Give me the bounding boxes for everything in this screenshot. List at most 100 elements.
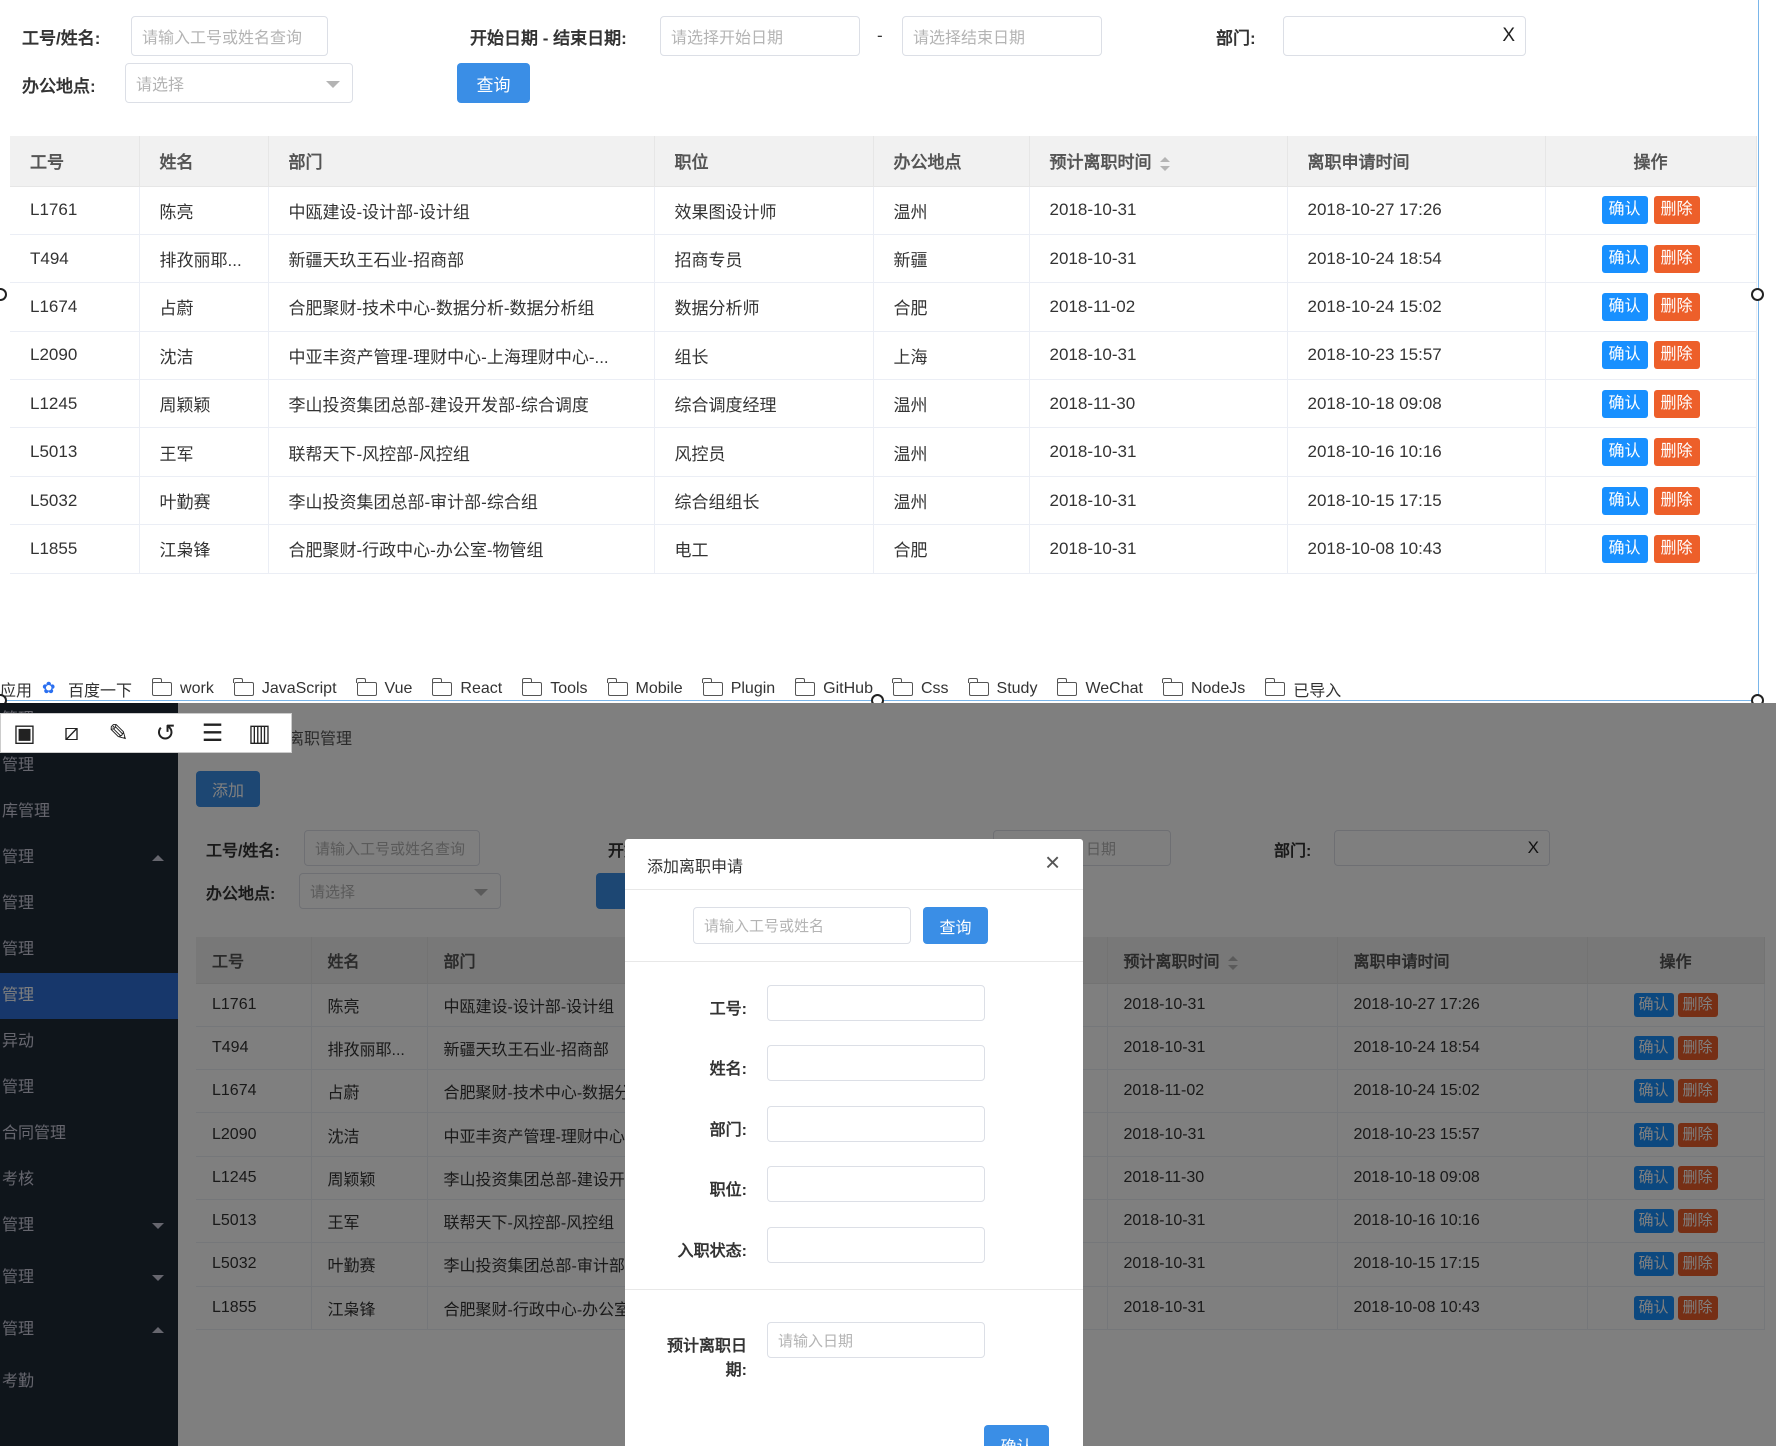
col-header-office: 办公地点 bbox=[873, 136, 1030, 187]
delete-button[interactable]: 删除 bbox=[1653, 486, 1700, 515]
col-header-dept: 部门 bbox=[268, 136, 655, 187]
bookmark-folder[interactable]: Tools bbox=[521, 677, 588, 701]
bookmark-folder[interactable]: Css bbox=[892, 677, 949, 701]
align-icon[interactable]: ☰ bbox=[197, 717, 228, 749]
bookmark-folder[interactable]: work bbox=[151, 677, 214, 701]
end-date-input[interactable]: 请选择结束日期 bbox=[902, 16, 1102, 56]
confirm-button[interactable]: 确认 bbox=[1601, 196, 1648, 225]
bookmark-folder[interactable]: JavaScript bbox=[233, 677, 337, 701]
close-icon[interactable]: × bbox=[1045, 847, 1060, 878]
office-label: 办公地点: bbox=[22, 77, 96, 96]
id-name-input[interactable]: 请输入工号或姓名查询 bbox=[131, 16, 328, 56]
table-row[interactable]: L1761 陈亮 中瓯建设-设计部-设计组 效果图设计师 温州 2018-10-31 201… bbox=[10, 186, 1757, 235]
bookmark-baidu[interactable]: ✿ 百度一下 bbox=[42, 677, 132, 701]
dept-input[interactable]: X bbox=[1283, 16, 1526, 56]
table-row[interactable]: L2090 沈洁 中亚丰资产管理-理财中心-上海理财中心-... 组长 上海 2018-1… bbox=[10, 331, 1757, 381]
bookmark-folder[interactable]: 已导入 bbox=[1264, 677, 1341, 701]
cell-applied: 2018-10-24 18:54 bbox=[1287, 234, 1546, 284]
table-row[interactable]: L1855 江枭锋 合肥聚财-行政中心-办公室-物管组 电工 合肥 2018-10-31 2… bbox=[10, 524, 1757, 574]
image-icon[interactable]: ▣ bbox=[9, 717, 40, 749]
col-header-id: 工号 bbox=[10, 136, 140, 187]
delete-button[interactable]: 删除 bbox=[1653, 534, 1700, 563]
query-button[interactable]: 查询 bbox=[457, 63, 530, 103]
bookmark-folder[interactable]: React bbox=[431, 677, 503, 701]
delete-button[interactable]: 删除 bbox=[1653, 292, 1700, 321]
cell-id: L5032 bbox=[10, 476, 140, 526]
clear-icon[interactable]: X bbox=[1502, 25, 1515, 47]
cell-name: 王军 bbox=[139, 427, 269, 477]
confirm-button[interactable]: 确认 bbox=[1601, 534, 1648, 563]
office-select[interactable]: 请选择 bbox=[125, 63, 353, 103]
cell-id: L1761 bbox=[10, 186, 140, 235]
bookmark-label: Study bbox=[996, 680, 1038, 697]
crop-icon[interactable]: ⧄ bbox=[56, 717, 87, 749]
name-field[interactable] bbox=[767, 1045, 985, 1081]
table-row[interactable]: L1245 周颖颖 李山投资集团总部-建设开发部-综合调度 综合调度经理 温州 2018-… bbox=[10, 379, 1757, 429]
bookmark-folder[interactable]: Study bbox=[968, 677, 1038, 701]
rotate-icon[interactable]: ↺ bbox=[150, 717, 181, 749]
expected-date-input[interactable]: 请输入日期 bbox=[767, 1322, 985, 1358]
folder-icon bbox=[892, 678, 913, 696]
bookmark-folder[interactable]: GitHub bbox=[794, 677, 873, 701]
pen-icon[interactable]: ✎ bbox=[103, 717, 134, 749]
dialog-title: 添加离职申请 bbox=[647, 859, 744, 876]
bookmark-label: React bbox=[460, 680, 503, 697]
confirm-button[interactable]: 确认 bbox=[1601, 389, 1648, 418]
date-separator: - bbox=[877, 26, 883, 45]
chevron-down-icon bbox=[326, 81, 340, 88]
delete-button[interactable]: 删除 bbox=[1653, 389, 1700, 418]
cell-dept: 李山投资集团总部-审计部-综合组 bbox=[268, 476, 655, 526]
start-date-input[interactable]: 请选择开始日期 bbox=[660, 16, 860, 56]
confirm-button[interactable]: 确认 bbox=[1601, 244, 1648, 273]
cell-office: 温州 bbox=[873, 379, 1030, 429]
bookmark-folder[interactable]: Plugin bbox=[702, 677, 775, 701]
bookmark-folder[interactable]: Vue bbox=[356, 677, 412, 701]
table-row[interactable]: L1674 占蔚 合肥聚财-技术中心-数据分析-数据分析组 数据分析师 合肥 2018-1… bbox=[10, 282, 1757, 332]
folder-icon bbox=[968, 678, 989, 696]
delete-button[interactable]: 删除 bbox=[1653, 196, 1700, 225]
bookmark-folder[interactable]: WeChat bbox=[1056, 677, 1143, 701]
dept-field[interactable] bbox=[767, 1106, 985, 1142]
cell-applied: 2018-10-24 15:02 bbox=[1287, 282, 1546, 332]
position-field[interactable] bbox=[767, 1166, 985, 1202]
delete-button[interactable]: 删除 bbox=[1653, 244, 1700, 273]
cell-office: 合肥 bbox=[873, 524, 1030, 574]
confirm-button[interactable]: 确认 bbox=[1601, 292, 1648, 321]
bookmark-label: Mobile bbox=[635, 680, 683, 697]
folder-icon bbox=[233, 678, 254, 696]
cell-office: 温州 bbox=[873, 186, 1030, 235]
bookmark-folder[interactable]: NodeJs bbox=[1162, 677, 1246, 701]
cell-id: T494 bbox=[10, 234, 140, 284]
col-header-expected[interactable]: 预计离职时间 bbox=[1029, 136, 1288, 187]
table-row[interactable]: L5013 王军 联帮天下-风控部-风控组 风控员 温州 2018-10-31 2018-1… bbox=[10, 427, 1757, 477]
cell-name: 占蔚 bbox=[139, 282, 269, 332]
paw-icon: ✿ bbox=[42, 680, 56, 697]
bookmark-folder[interactable]: Mobile bbox=[607, 677, 683, 701]
employee-search-button[interactable]: 查询 bbox=[923, 907, 988, 944]
bookmark-label: NodeJs bbox=[1190, 680, 1246, 697]
id-field[interactable] bbox=[767, 985, 985, 1021]
delete-button[interactable]: 删除 bbox=[1653, 341, 1700, 370]
cell-dept: 李山投资集团总部-建设开发部-综合调度 bbox=[268, 379, 655, 429]
folder-icon bbox=[521, 678, 543, 696]
confirm-button[interactable]: 确认 bbox=[1601, 486, 1648, 515]
date-range-label: 开始日期 - 结束日期: bbox=[470, 29, 627, 48]
delete-button[interactable]: 删除 bbox=[1653, 438, 1700, 467]
columns-icon[interactable]: ▥ bbox=[244, 717, 275, 749]
table-row[interactable]: T494 排孜丽耶... 新疆天玖王石业-招商部 招商专员 新疆 2018-10-31 20… bbox=[10, 234, 1757, 284]
resize-handle[interactable] bbox=[1751, 288, 1764, 301]
selection-border bbox=[1758, 0, 1759, 700]
field-label-position: 职位: bbox=[709, 1182, 747, 1199]
confirm-button[interactable]: 确认 bbox=[1601, 341, 1648, 370]
bookmark-label: Css bbox=[920, 680, 949, 697]
cell-name: 排孜丽耶... bbox=[139, 234, 269, 284]
employee-search-input[interactable]: 请输入工号或姓名 bbox=[693, 907, 911, 944]
resize-handle[interactable] bbox=[0, 288, 7, 301]
confirm-button[interactable]: 确认 bbox=[1601, 438, 1648, 467]
cell-office: 上海 bbox=[873, 331, 1030, 381]
table-row[interactable]: L5032 叶勤赛 李山投资集团总部-审计部-综合组 综合组组长 温州 2018-10-3… bbox=[10, 476, 1757, 526]
sort-icon[interactable] bbox=[1159, 156, 1170, 171]
date-label-line1: 预计离职日 bbox=[666, 1338, 747, 1355]
employment-status-field[interactable] bbox=[767, 1227, 985, 1263]
dialog-confirm-button[interactable]: 确认 bbox=[984, 1425, 1049, 1446]
